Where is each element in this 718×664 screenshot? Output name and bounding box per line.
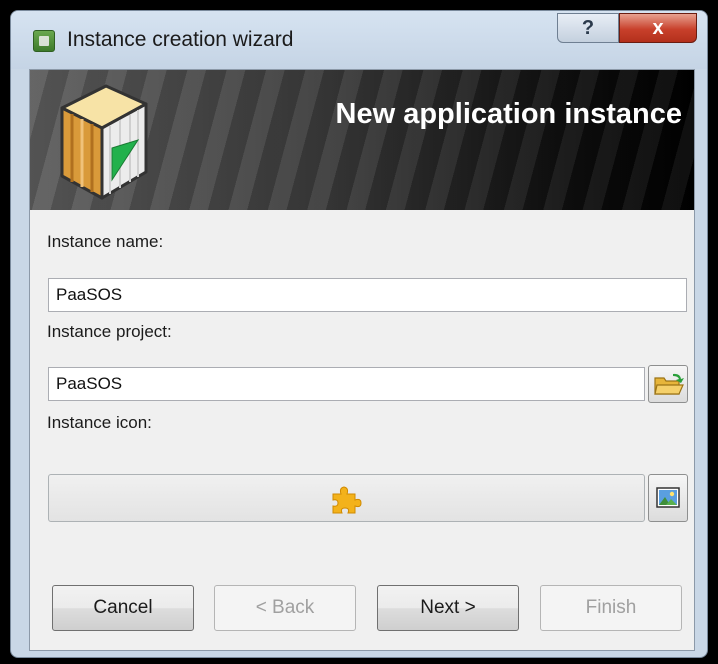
box-logo-icon: [60, 84, 148, 200]
window-title: Instance creation wizard: [67, 28, 294, 51]
wizard-body: New application instance Instance name: …: [29, 69, 695, 651]
cancel-button[interactable]: Cancel: [52, 585, 194, 631]
instance-project-label: Instance project:: [47, 322, 172, 341]
wizard-window: Instance creation wizard ? x New applica…: [10, 10, 708, 658]
browse-project-button[interactable]: [648, 365, 688, 403]
next-button[interactable]: Next >: [377, 585, 519, 631]
close-button[interactable]: x: [619, 13, 697, 43]
instance-icon-field[interactable]: [48, 474, 645, 522]
instance-icon-label: Instance icon:: [47, 413, 152, 432]
back-button[interactable]: < Back: [214, 585, 356, 631]
instance-name-input[interactable]: PaaSOS: [48, 278, 687, 312]
app-icon: [33, 30, 55, 52]
browse-icon-button[interactable]: [648, 474, 688, 522]
instance-project-input[interactable]: PaaSOS: [48, 367, 645, 401]
banner-title: New application instance: [335, 98, 682, 130]
instance-name-label: Instance name:: [47, 232, 164, 251]
finish-button[interactable]: Finish: [540, 585, 682, 631]
help-button[interactable]: ?: [557, 13, 619, 43]
wizard-banner: New application instance: [30, 70, 694, 210]
open-folder-icon: [654, 373, 684, 395]
title-bar[interactable]: Instance creation wizard ? x: [11, 11, 707, 69]
image-icon: [656, 487, 680, 508]
puzzle-piece-icon: [332, 486, 362, 514]
